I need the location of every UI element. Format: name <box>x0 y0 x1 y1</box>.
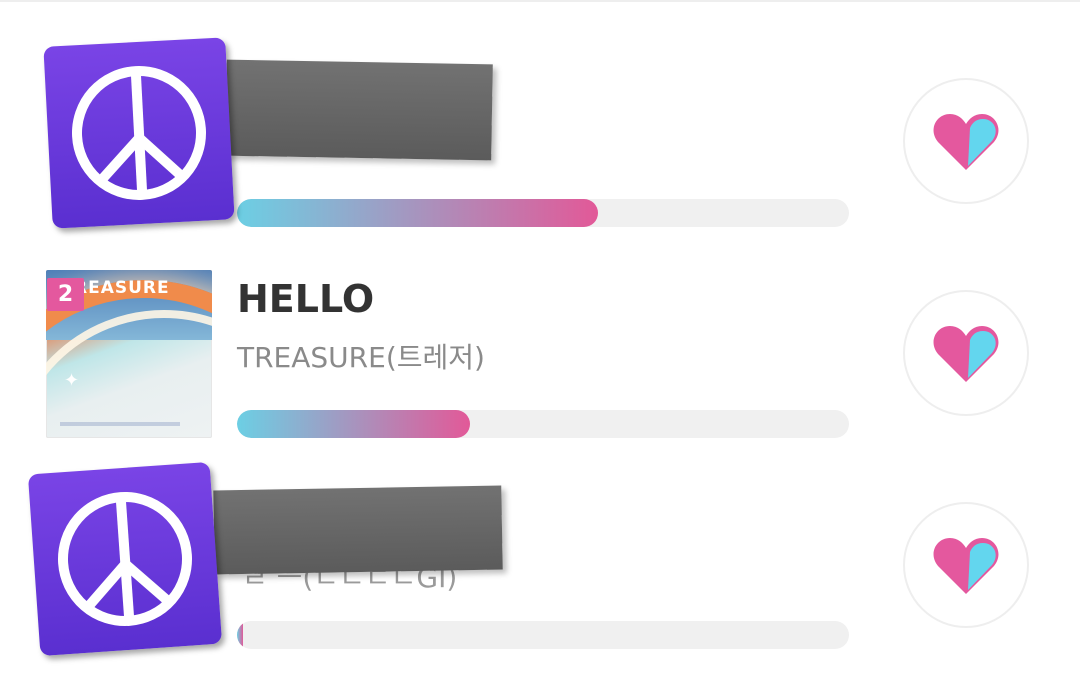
heart-icon <box>933 326 999 382</box>
album-cover[interactable]: REASURE ✦ 2 <box>46 270 212 438</box>
vote-progress-fill <box>237 410 470 438</box>
artist-name: TREASURE(트레저) <box>237 341 485 374</box>
album-cover-text: REASURE <box>74 278 170 298</box>
rank-badge: 2 <box>47 278 84 311</box>
vote-progress-bar <box>237 199 849 227</box>
peace-sign-tile <box>27 461 223 657</box>
peace-sign-icon <box>71 65 206 200</box>
vote-progress-bar <box>237 621 849 649</box>
vote-progress-bar <box>237 410 849 438</box>
peace-sign-tile <box>43 37 235 229</box>
sparkle-icon: ✦ <box>64 370 80 391</box>
redaction-block <box>213 485 503 575</box>
peace-sign-icon <box>58 492 192 626</box>
like-button[interactable] <box>903 502 1029 628</box>
like-button[interactable] <box>903 78 1029 204</box>
heart-icon <box>933 538 999 594</box>
redaction-block <box>225 59 493 161</box>
top-divider <box>0 0 1080 2</box>
vote-progress-fill <box>237 621 244 649</box>
vote-progress-fill <box>237 199 599 227</box>
song-title: HELLO <box>237 277 375 321</box>
heart-icon <box>933 114 999 170</box>
chart-row[interactable]: REASURE ✦ 2 HELLO TREASURE(트레저) <box>0 264 1080 474</box>
like-button[interactable] <box>903 290 1029 416</box>
